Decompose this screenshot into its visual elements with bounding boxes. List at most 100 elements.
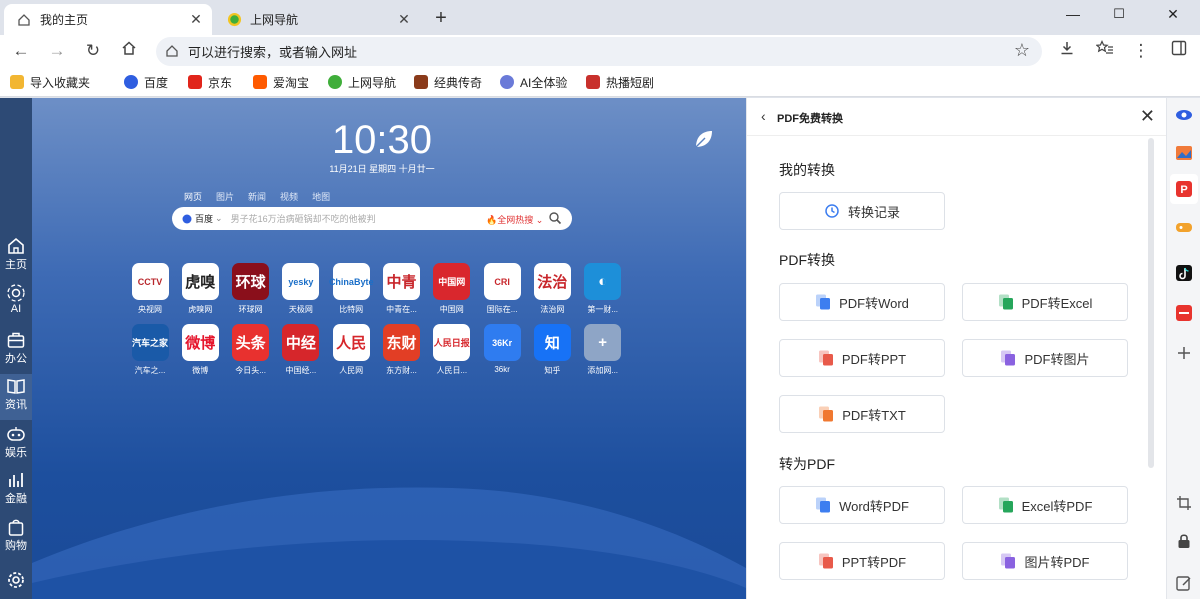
speed-dial-tile[interactable]: 人民日报 人民日... [430, 324, 474, 376]
speed-dial-tile[interactable]: 头条 今日头... [229, 324, 273, 376]
search-input[interactable]: 百度 ⌄ 男子花16万治病砸锅却不吃的他被判 🔥全网热搜 ⌄ [172, 207, 572, 230]
speed-dial-tile[interactable]: ◐ 第一财... [581, 263, 625, 315]
tile-logo: 36Kr [483, 324, 521, 361]
panel-scrollbar[interactable] [1148, 138, 1154, 468]
back-button[interactable]: ← [8, 39, 34, 63]
close-tab-icon[interactable]: ✕ [396, 11, 412, 27]
close-tab-icon[interactable]: ✕ [188, 11, 204, 27]
reload-button[interactable]: ↻ [80, 39, 106, 63]
tile-logo: ◐ [584, 263, 622, 300]
file-convert-icon [998, 294, 1013, 310]
speed-dial-tile[interactable]: CRI 国际在... [480, 263, 524, 315]
conversion-history-button[interactable]: 转换记录 [779, 192, 945, 230]
menu-button[interactable]: ⋮ [1128, 39, 1154, 63]
new-tab-page: 10:30 11月21日 星期四 十月廿一 网页 图片 新闻 视频 地图 百度 ⌄… [32, 98, 746, 599]
bookmark-short-drama[interactable]: 热播短剧 [586, 73, 654, 91]
tile-logo: 汽车之家 [131, 324, 169, 361]
speed-dial-tile[interactable]: 汽车之家 汽车之... [128, 324, 172, 376]
close-window-button[interactable]: ✕ [1146, 0, 1200, 30]
speed-dial-tile[interactable]: 知知乎 [530, 324, 574, 376]
bookmark-navigation[interactable]: 上网导航 [328, 73, 396, 91]
bookmark-legend-game[interactable]: 经典传奇 [414, 73, 482, 91]
new-tab-button[interactable]: + [428, 6, 454, 32]
bookmark-aitaobao[interactable]: 爱淘宝 [253, 73, 309, 91]
speed-dial-tile[interactable]: 中经 中国经... [279, 324, 323, 376]
left-category-rail: 主页 AI 办公 资讯 娱乐 金融 购物 [0, 98, 32, 599]
hot-search-button[interactable]: 🔥全网热搜 ⌄ [486, 213, 543, 226]
speed-dial-tile[interactable]: 法治 法治网 [530, 263, 574, 315]
close-panel-icon[interactable]: ✕ [1140, 106, 1155, 127]
address-bar[interactable]: 可以进行搜索，或者输入网址 ☆ [156, 37, 1042, 66]
edit-icon[interactable] [1175, 574, 1193, 592]
file-convert-icon [816, 497, 831, 513]
rail-item-office[interactable]: 办公 [0, 328, 32, 374]
speed-dial-tile[interactable]: 人民 人民网 [329, 324, 373, 376]
gallery-app-icon[interactable] [1175, 144, 1193, 162]
speed-dial-tile[interactable]: 中国网 中国网 [430, 263, 474, 315]
tile-logo: 微博 [181, 324, 219, 361]
bookmark-import[interactable]: 导入收藏夹 [10, 73, 90, 91]
search-tab-news[interactable]: 新闻 [248, 190, 266, 203]
tile-logo: yesky [282, 263, 320, 300]
back-chevron-icon[interactable]: ‹ [761, 108, 766, 124]
speed-dial-tile[interactable]: yesky 天极网 [279, 263, 323, 315]
tile-label: 中青在... [386, 305, 417, 314]
crop-icon[interactable] [1175, 494, 1193, 512]
leaf-icon[interactable] [693, 128, 715, 150]
rail-item-shopping[interactable]: 购物 [0, 515, 32, 561]
tab-home[interactable]: 我的主页 ✕ [4, 4, 212, 35]
bookmark-baidu[interactable]: 百度 [124, 73, 168, 91]
tiktok-icon[interactable] [1175, 264, 1193, 282]
news-app-icon[interactable] [1175, 304, 1193, 322]
speed-dial-tile[interactable]: 微博 微博 [178, 324, 222, 376]
convert-button[interactable]: PDF转Word [779, 283, 945, 321]
convert-button[interactable]: PDF转Excel [962, 283, 1128, 321]
rail-item-news[interactable]: 资讯 [0, 374, 32, 420]
favorites-button[interactable] [1092, 39, 1118, 63]
convert-button[interactable]: Word转PDF [779, 486, 945, 524]
minimize-button[interactable]: — [1050, 0, 1096, 30]
speed-dial-tile[interactable]: 36Kr 36kr [480, 324, 524, 374]
search-tab-images[interactable]: 图片 [216, 190, 234, 203]
sidebar-toggle-button[interactable] [1166, 39, 1192, 63]
speed-dial-tile[interactable]: 环球 环球网 [229, 263, 273, 315]
eye-app-icon[interactable] [1175, 106, 1193, 124]
search-tab-map[interactable]: 地图 [312, 190, 330, 203]
engine-selector[interactable]: 百度 ⌄ [182, 212, 223, 225]
search-icon[interactable] [548, 211, 562, 225]
add-app-icon[interactable] [1175, 344, 1193, 362]
search-tab-video[interactable]: 视频 [280, 190, 298, 203]
convert-button[interactable]: PDF转TXT [779, 395, 945, 433]
rail-item-home[interactable]: 主页 [0, 234, 32, 280]
speed-dial-tile[interactable]: CCTV 央视网 [128, 263, 172, 315]
convert-button[interactable]: PDF转图片 [962, 339, 1128, 377]
speed-dial-tile[interactable]: 虎嗅 虎嗅网 [178, 263, 222, 315]
bookmark-ai[interactable]: AI全体验 [500, 73, 567, 91]
tab-navigation[interactable]: 上网导航 ✕ [214, 4, 420, 35]
convert-button[interactable]: Excel转PDF [962, 486, 1128, 524]
speed-dial-tile[interactable]: 东财 东方财... [380, 324, 424, 376]
convert-button[interactable]: PDF转PPT [779, 339, 945, 377]
rail-item-ai[interactable]: AI [0, 281, 32, 327]
convert-button[interactable]: PPT转PDF [779, 542, 945, 580]
speed-dial-tile[interactable]: ChinaByte 比特网 [329, 263, 373, 315]
bookmark-star-icon[interactable]: ☆ [1014, 40, 1030, 61]
speed-dial-tile[interactable]: + 添加网... [581, 324, 625, 376]
speed-dial-tile[interactable]: 中青中青在... [380, 263, 424, 315]
forward-button[interactable]: → [44, 39, 70, 63]
download-button[interactable] [1054, 39, 1080, 63]
home-button[interactable] [116, 39, 142, 63]
background-wave [32, 487, 746, 599]
maximize-button[interactable]: ☐ [1096, 0, 1142, 30]
lock-icon[interactable] [1175, 532, 1193, 550]
bookmark-jd[interactable]: 京东 [188, 73, 232, 91]
search-tab-web[interactable]: 网页 [184, 190, 202, 203]
rail-item-finance[interactable]: 金融 [0, 468, 32, 514]
rail-item-entertainment[interactable]: 娱乐 [0, 422, 32, 468]
tile-logo: 中青 [383, 263, 420, 300]
game-app-icon[interactable] [1175, 218, 1193, 236]
pdf-app-icon[interactable]: P [1175, 180, 1193, 198]
rail-settings[interactable] [0, 568, 32, 596]
tile-logo: 中经 [282, 324, 320, 361]
convert-button[interactable]: 图片转PDF [962, 542, 1128, 580]
